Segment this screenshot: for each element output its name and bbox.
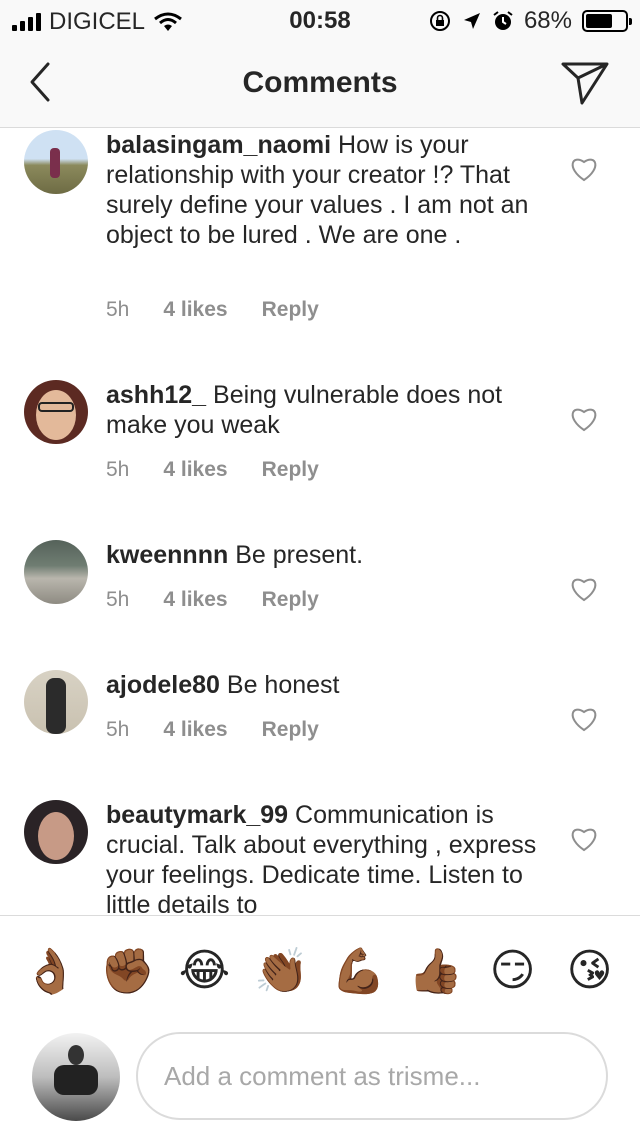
nav-bar: Comments xyxy=(0,40,640,128)
comment-likes[interactable]: 4 likes xyxy=(163,588,227,612)
comment-time: 5h xyxy=(106,298,130,321)
comment-meta: 5h 4 likes Reply xyxy=(106,298,319,322)
comment-text: Be honest xyxy=(226,671,340,699)
reply-button[interactable]: Reply xyxy=(262,298,319,322)
comment-meta: 5h 4 likes Reply xyxy=(106,458,319,482)
comment-body: balasingam_naomi How is your relationshi… xyxy=(106,130,546,250)
comment-input[interactable]: Add a comment as trisme... xyxy=(136,1032,608,1120)
comment-likes[interactable]: 4 likes xyxy=(163,718,227,742)
avatar[interactable] xyxy=(24,540,88,604)
comment-composer: Add a comment as trisme... xyxy=(0,1025,640,1136)
avatar[interactable] xyxy=(24,800,88,864)
alarm-icon xyxy=(493,11,513,30)
direct-send-icon[interactable] xyxy=(560,60,610,106)
comment-username[interactable]: ashh12_ xyxy=(106,381,206,409)
comment-body: kweennnn Be present. xyxy=(106,540,546,570)
my-avatar xyxy=(32,1033,120,1121)
like-heart-icon[interactable] xyxy=(570,706,598,732)
reply-button[interactable]: Reply xyxy=(262,718,319,742)
page-title: Comments xyxy=(242,66,398,99)
raised-fist-emoji-button[interactable]: ✊🏾 xyxy=(98,945,158,997)
comment-username[interactable]: balasingam_naomi xyxy=(106,131,331,159)
emoji-bar: 👌🏾 ✊🏾 😂 👏🏾 💪🏾 👍🏾 😏 😘 xyxy=(0,915,640,1025)
like-heart-icon[interactable] xyxy=(570,826,598,852)
like-heart-icon[interactable] xyxy=(570,156,598,182)
flexed-biceps-emoji-button[interactable]: 💪🏾 xyxy=(329,945,389,997)
smirk-emoji-button[interactable]: 😏 xyxy=(483,945,543,996)
avatar[interactable] xyxy=(24,670,88,734)
comment-time: 5h xyxy=(106,718,130,741)
comment-username[interactable]: kweennnn xyxy=(106,541,228,569)
comment-time: 5h xyxy=(106,458,130,481)
comment-body: ajodele80 Be honest xyxy=(106,670,546,700)
orientation-lock-icon xyxy=(429,11,450,31)
tears-of-joy-emoji-button[interactable]: 😂 xyxy=(175,945,235,996)
kiss-emoji-button[interactable]: 😘 xyxy=(560,945,620,996)
comment-likes[interactable]: 4 likes xyxy=(163,298,227,322)
reply-button[interactable]: Reply xyxy=(262,458,319,482)
like-heart-icon[interactable] xyxy=(570,406,598,432)
battery-icon xyxy=(582,10,632,32)
clapping-hands-emoji-button[interactable]: 👏🏾 xyxy=(252,945,312,997)
thumbs-up-emoji-button[interactable]: 👍🏾 xyxy=(406,945,466,997)
location-arrow-icon xyxy=(463,13,480,29)
comment-text: Be present. xyxy=(235,541,364,569)
comment-meta: 5h 4 likes Reply xyxy=(106,588,319,612)
comment-meta: 5h 4 likes Reply xyxy=(106,718,319,742)
reply-button[interactable]: Reply xyxy=(262,588,319,612)
like-heart-icon[interactable] xyxy=(570,576,598,602)
comment-list[interactable]: balasingam_naomi How is your relationshi… xyxy=(0,128,640,915)
comment-username[interactable]: ajodele80 xyxy=(106,671,220,699)
battery-percent: 68% xyxy=(523,7,572,34)
ok-hand-emoji-button[interactable]: 👌🏾 xyxy=(21,945,81,997)
comment-body: beautymark_99 Communication is crucial. … xyxy=(106,800,546,915)
comment-time: 5h xyxy=(106,588,130,611)
comment-likes[interactable]: 4 likes xyxy=(163,458,227,482)
comment-body: ashh12_ Being vulnerable does not make y… xyxy=(106,380,546,440)
comment-username[interactable]: beautymark_99 xyxy=(106,801,288,829)
status-bar: DIGICEL 00:58 68% xyxy=(0,0,640,40)
avatar[interactable] xyxy=(24,130,88,194)
avatar[interactable] xyxy=(24,380,88,444)
